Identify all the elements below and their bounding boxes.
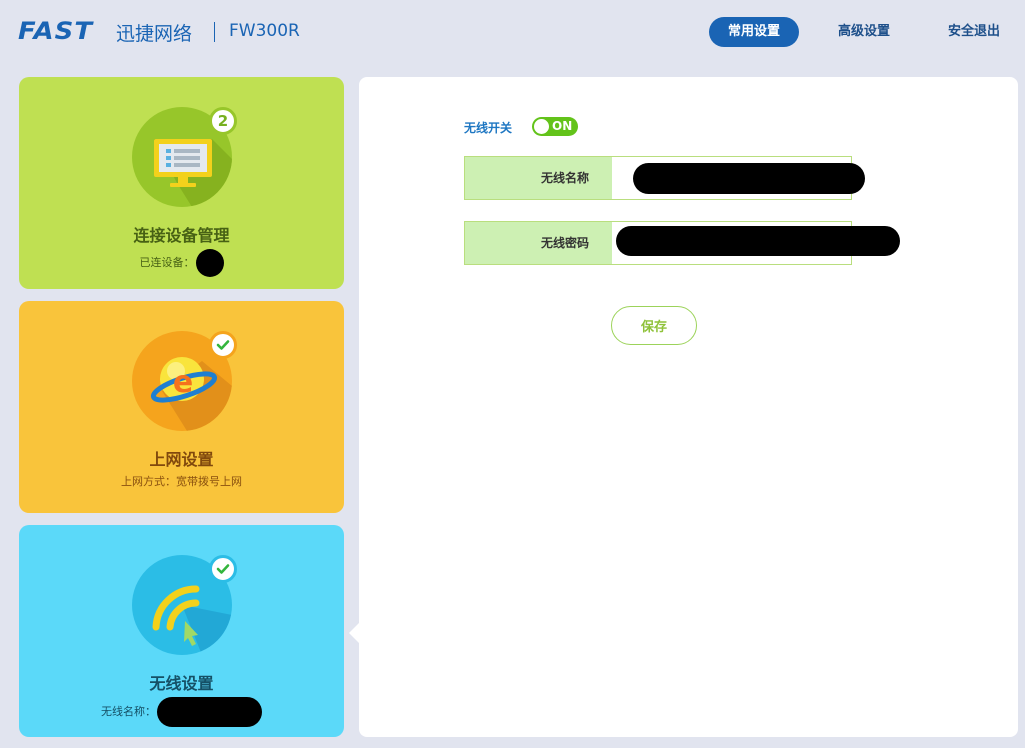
card-subtitle: 无线名称： — [19, 697, 344, 727]
wireless-name-label: 无线名称： — [101, 705, 156, 718]
card-title: 上网设置 — [149, 450, 214, 469]
wireless-switch-label: 无线开关 — [464, 121, 513, 135]
ssid-label: 无线名称 — [465, 157, 612, 199]
check-icon — [209, 331, 237, 359]
panel-pointer — [349, 623, 359, 643]
nav-advanced-settings[interactable]: 高级设置 — [824, 17, 904, 47]
redacted-ssid-value — [633, 163, 865, 194]
svg-text:e: e — [173, 365, 193, 400]
card-wireless-settings[interactable]: 无线设置 无线名称： — [19, 525, 344, 737]
wireless-toggle[interactable]: ON — [532, 117, 578, 136]
toggle-state: ON — [552, 119, 573, 133]
nav-common-settings[interactable]: 常用设置 — [709, 17, 799, 47]
card-subtitle: 已连设备： — [19, 249, 344, 277]
connected-devices-label: 已连设备： — [139, 256, 195, 269]
card-connected-devices[interactable]: 2 连接设备管理 已连设备： — [19, 77, 344, 289]
card-subtitle: 上网方式：宽带拨号上网 — [121, 475, 242, 488]
brand-name-cn: 迅捷网络 — [116, 23, 193, 45]
model-name: FW300R — [229, 21, 300, 41]
brand-logo: FAST — [18, 17, 94, 45]
card-internet-settings[interactable]: e 上网设置 上网方式：宽带拨号上网 — [19, 301, 344, 513]
toggle-knob — [534, 119, 549, 134]
password-label: 无线密码 — [465, 222, 612, 264]
card-title: 无线设置 — [149, 674, 214, 693]
redacted-ssid — [157, 697, 262, 727]
top-bar: FAST 迅捷网络 FW300R 常用设置 高级设置 安全退出 — [0, 0, 1025, 64]
card-title: 连接设备管理 — [133, 226, 230, 245]
redacted-password-value — [616, 226, 900, 256]
save-button[interactable]: 保存 — [611, 306, 697, 345]
brand-divider — [214, 22, 215, 42]
nav-logout[interactable]: 安全退出 — [935, 17, 1013, 47]
count-badge: 2 — [209, 107, 237, 135]
check-icon — [209, 555, 237, 583]
redacted-count — [195, 249, 224, 277]
